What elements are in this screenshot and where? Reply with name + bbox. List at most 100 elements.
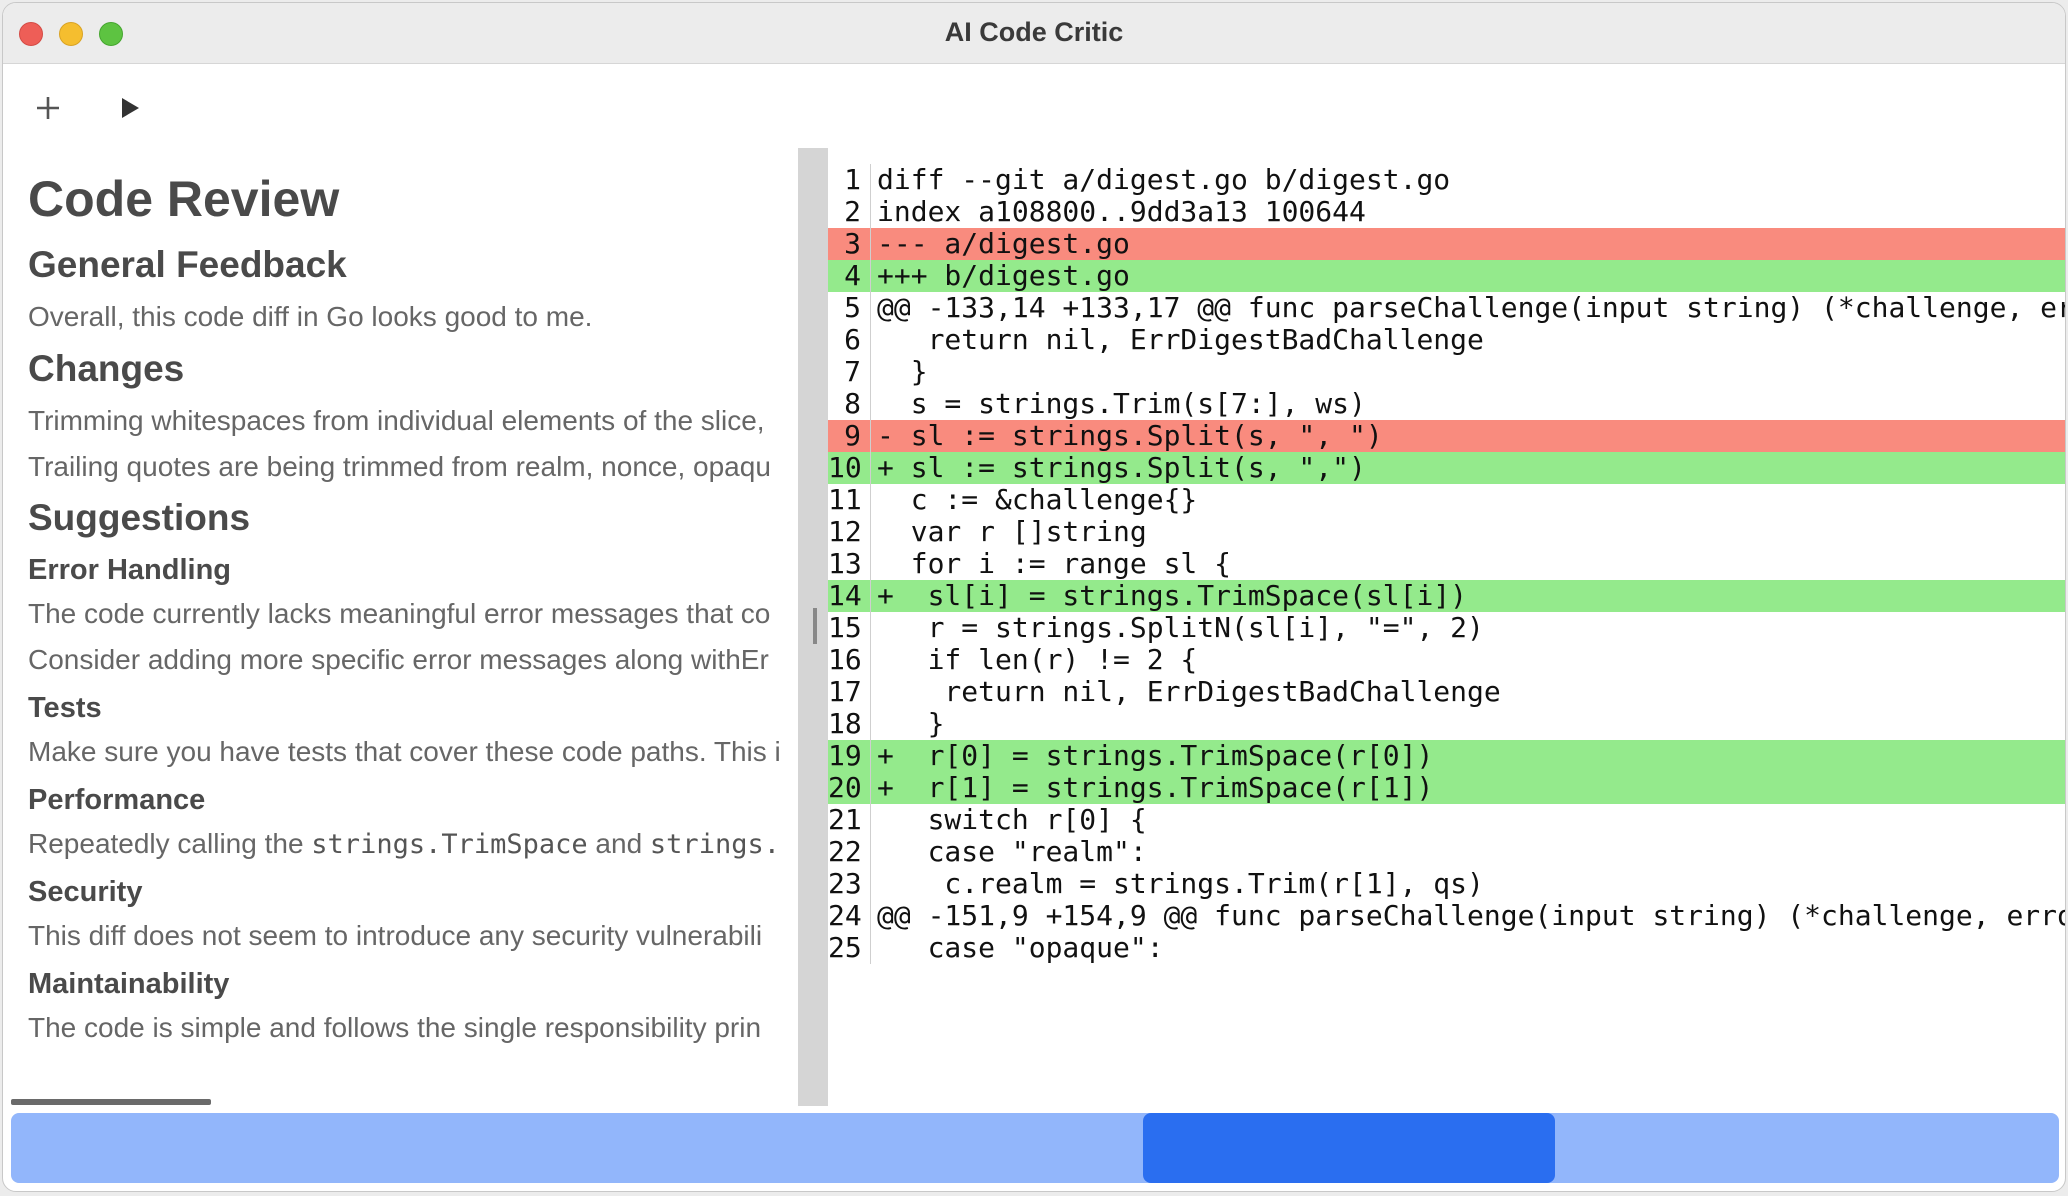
code-text: for i := range sl { [877,547,1232,580]
line-number: 15 [828,611,862,644]
diff-line-del: 9 - sl := strings.Split(s, ", ") [828,419,2065,452]
plus-icon [37,97,59,119]
performance-text: Repeatedly calling the strings.TrimSpace… [28,828,780,860]
diff-line-add: 20 + r[1] = strings.TrimSpace(r[1]) [828,771,2065,804]
gutter-divider [870,260,871,292]
gutter-divider [870,548,871,580]
line-number: 6 [844,323,861,356]
line-number: 13 [828,547,862,580]
code-text: + r[1] = strings.TrimSpace(r[1]) [877,771,1434,804]
performance-code-trimspace: strings.TrimSpace [311,829,588,860]
general-feedback-heading: General Feedback [28,244,347,285]
gutter-divider [870,772,871,804]
code-text: + sl := strings.Split(s, ",") [877,451,1366,484]
code-text: if len(r) != 2 { [877,643,1198,676]
diff-line-context: 23 c.realm = strings.Trim(r[1], qs) [828,868,2065,900]
code-text: - sl := strings.Split(s, ", ") [877,419,1383,452]
line-number: 8 [844,387,861,420]
gutter-divider [870,644,871,676]
progress-bar [11,1113,2059,1183]
code-text: diff --git a/digest.go b/digest.go [877,163,1451,196]
gutter-divider [870,420,871,452]
diff-line-context: 8 s = strings.Trim(s[7:], ws) [828,387,2065,420]
add-button[interactable] [23,83,73,133]
maintainability-text: The code is simple and follows the singl… [28,1012,762,1043]
line-number: 7 [844,355,861,388]
line-number: 17 [828,675,862,708]
app-window: AI Code Critic Code Review General Feedb… [2,2,2066,1192]
gutter-divider [870,228,871,260]
gutter-divider [870,356,871,388]
line-number: 14 [828,579,862,612]
diff-line-context: 1 diff --git a/digest.go b/digest.go [828,163,2065,196]
gutter-divider [870,612,871,644]
performance-mid: and [587,828,650,859]
diff-line-context: 18 } [828,707,2065,740]
diff-line-add: 19 + r[0] = strings.TrimSpace(r[0]) [828,739,2065,772]
gutter-divider [870,868,871,900]
tests-heading: Tests [28,692,102,724]
diff-line-context: 13 for i := range sl { [828,547,2065,580]
code-text: +++ b/digest.go [877,259,1130,292]
code-text: } [877,355,928,388]
line-number: 4 [844,259,861,292]
diff-line-context: 16 if len(r) != 2 { [828,643,2065,676]
diff-line-context: 17 return nil, ErrDigestBadChallenge [828,675,2065,708]
gutter-divider [870,484,871,516]
line-number: 20 [828,771,862,804]
code-text: c := &challenge{} [877,483,1198,516]
suggestions-heading: Suggestions [28,497,251,538]
changes-item: Trimming whitespaces from individual ele… [28,405,765,436]
gutter-divider [870,292,871,324]
gutter-divider [870,452,871,484]
changes-heading: Changes [28,348,185,389]
code-text: var r []string [877,515,1147,548]
code-text: + sl[i] = strings.TrimSpace(sl[i]) [877,579,1468,612]
diff-line-context: 2 index a108800..9dd3a13 100644 [828,195,2065,228]
diff-line-context: 7 } [828,355,2065,388]
gutter-divider [870,804,871,836]
code-text: } [877,707,945,740]
gutter-divider [870,388,871,420]
review-pane[interactable]: Code Review General Feedback Overall, th… [3,148,811,1108]
line-number: 9 [844,419,861,452]
gutter-divider [870,708,871,740]
diff-line-context: 5 @@ -133,14 +133,17 @@ func parseChallen… [828,291,2065,324]
diff-line-context: 15 r = strings.SplitN(sl[i], "=", 2) [828,611,2065,644]
line-number: 10 [828,451,862,484]
line-number: 5 [844,291,861,324]
security-heading: Security [28,876,143,908]
horizontal-scrollbar[interactable] [11,1099,211,1105]
code-text: r = strings.SplitN(sl[i], "=", 2) [877,611,1484,644]
gutter-divider [870,580,871,612]
diff-line-del: 3 --- a/digest.go [828,227,2065,260]
performance-heading: Performance [28,784,206,816]
code-text: return nil, ErrDigestBadChallenge [877,323,1484,356]
general-feedback-text: Overall, this code diff in Go looks good… [28,301,593,332]
changes-item: Trailing quotes are being trimmed from r… [28,451,771,482]
window-title: AI Code Critic [944,17,1124,47]
code-text: --- a/digest.go [877,227,1130,260]
error-handling-heading: Error Handling [28,554,232,586]
code-text: + r[0] = strings.TrimSpace(r[0]) [877,739,1434,772]
error-handling-item: Consider adding more specific error mess… [28,644,769,675]
run-button[interactable] [105,83,155,133]
progress-indicator [1143,1113,1555,1183]
line-number: 3 [844,227,861,260]
gutter-divider [870,932,871,964]
line-number: 21 [828,803,862,836]
diff-line-context: 22 case "realm": [828,835,2065,868]
line-number: 25 [828,931,862,964]
line-number: 22 [828,835,862,868]
diff-viewer[interactable]: 1 diff --git a/digest.go b/digest.go 2 inde… [828,150,2065,1105]
line-number: 16 [828,643,862,676]
gutter-divider [870,324,871,356]
tests-text: Make sure you have tests that cover thes… [28,736,781,767]
gutter-divider [870,196,871,228]
splitter-handle[interactable] [813,608,817,644]
diff-line-context: 11 c := &challenge{} [828,483,2065,516]
line-number: 2 [844,195,861,228]
gutter-divider [870,900,871,932]
code-text: index a108800..9dd3a13 100644 [877,195,1366,228]
performance-code-strings: strings. [649,829,780,860]
